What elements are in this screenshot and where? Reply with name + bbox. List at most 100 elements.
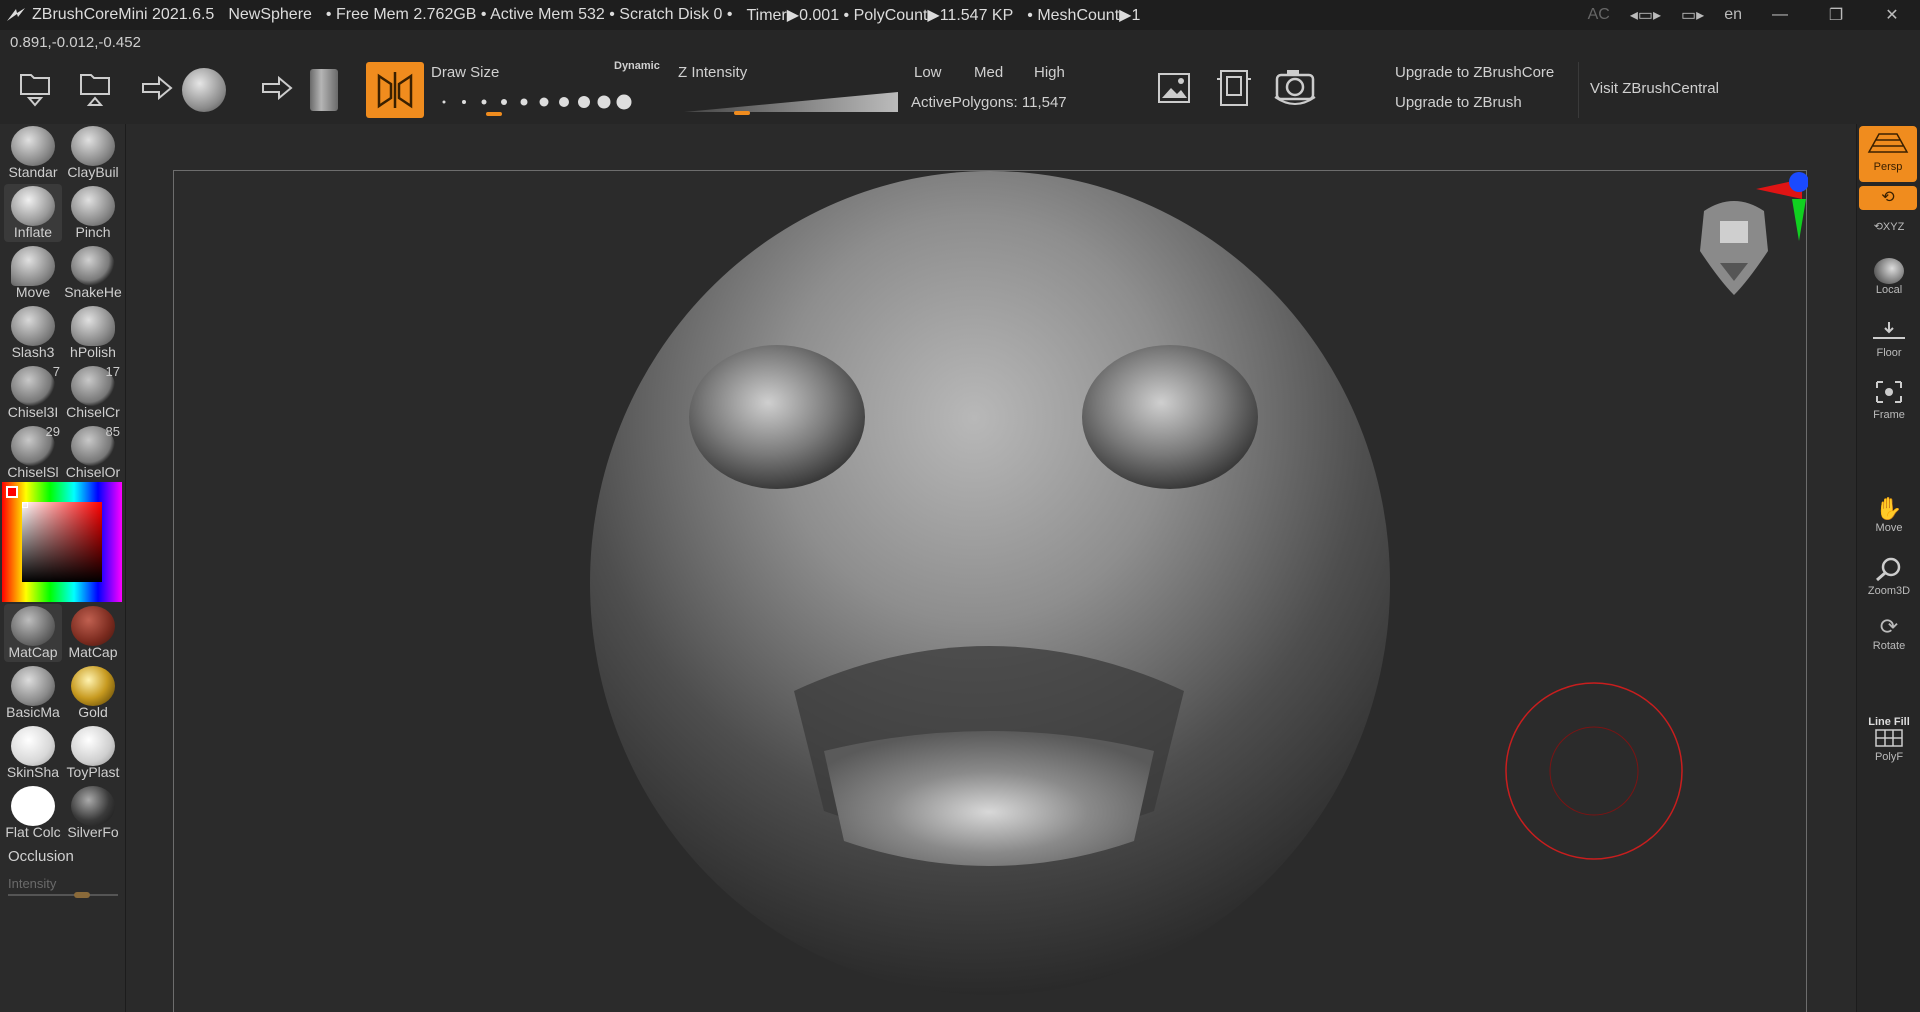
upgrade-zbrush-link[interactable]: Upgrade to ZBrush [1395, 94, 1522, 111]
image-button[interactable] [1154, 68, 1194, 108]
zoom3d-label: Zoom3D [1867, 585, 1911, 597]
brush-hpolish[interactable]: hPolish [64, 304, 122, 362]
brush-label: Chisel3I [7, 404, 59, 420]
visit-zbrushcentral-link[interactable]: Visit ZBrushCentral [1590, 80, 1719, 97]
brush-standard[interactable]: Standar [4, 124, 62, 182]
material-label: BasicMa [6, 704, 60, 720]
floor-icon [1873, 322, 1905, 339]
brush-move[interactable]: Move [4, 244, 62, 302]
z-intensity-label: Z Intensity [678, 64, 748, 81]
color-picker[interactable] [2, 482, 122, 602]
title-bar: ZBrushCoreMini 2021.6.5 NewSphere • Free… [0, 0, 1920, 30]
brush-cursor-inner [1549, 726, 1639, 816]
material-basic[interactable]: BasicMa [4, 664, 62, 722]
material-flatcolor[interactable]: Flat Colc [4, 784, 62, 842]
rotate-button[interactable]: ⟳ Rotate [1857, 614, 1920, 652]
arrow-right-icon [140, 74, 174, 102]
close-button[interactable]: ✕ [1874, 5, 1910, 25]
floor-button[interactable]: Floor [1857, 320, 1920, 359]
material-thumbnail [71, 666, 115, 706]
material-skinshade[interactable]: SkinSha [4, 724, 62, 782]
local-button[interactable]: Local [1857, 258, 1920, 296]
layout-palettes-icon[interactable]: ▭▸ [1681, 5, 1704, 25]
material-gold[interactable]: Gold [64, 664, 122, 722]
left-eye [689, 345, 865, 489]
tool-sphere-button[interactable] [182, 68, 226, 112]
magnifier-icon [1876, 557, 1901, 582]
material-label: Flat Colc [5, 824, 61, 840]
frame-icon [1876, 381, 1902, 403]
material-cylinder-button[interactable] [306, 66, 342, 114]
linefill-label: Line Fill [1868, 716, 1910, 728]
upgrade-zbrushcore-link[interactable]: Upgrade to ZBrushCore [1395, 64, 1554, 81]
med-button[interactable]: Med [974, 64, 1003, 81]
brush-count: 29 [45, 424, 60, 439]
hand-icon: ✋ [1875, 496, 1903, 521]
brush-label: Inflate [13, 224, 53, 240]
brush-thumbnail [71, 306, 115, 346]
polyframe-button[interactable]: Line Fill PolyF [1857, 716, 1920, 763]
brush-slash3[interactable]: Slash3 [4, 304, 62, 362]
color-cursor [22, 502, 28, 508]
frame-button[interactable]: Frame [1857, 378, 1920, 421]
brush-thumbnail [11, 306, 55, 346]
high-button[interactable]: High [1034, 64, 1065, 81]
material-thumbnail [11, 786, 55, 826]
layout-menus-icon[interactable]: ◂▭▸ [1630, 5, 1661, 25]
dynamic-toggle[interactable]: Dynamic [614, 60, 660, 72]
brush-claybuildup[interactable]: ClayBuil [64, 124, 122, 182]
brush-thumbnail [71, 186, 115, 226]
ac-toggle[interactable]: AC [1588, 6, 1610, 24]
material-thumbnail [71, 786, 115, 826]
brush-snakehook[interactable]: SnakeHe [64, 244, 122, 302]
persp-button[interactable]: Persp [1859, 126, 1917, 182]
brush-label: ChiselCr [66, 404, 120, 420]
material-matcap-gray[interactable]: MatCap [4, 604, 62, 662]
brush-cursor-outer [1505, 682, 1683, 860]
grid-perspective-icon [1867, 133, 1909, 153]
frame-label: Frame [1873, 409, 1905, 421]
sphere-mesh [590, 171, 1390, 995]
minimize-button[interactable]: — [1762, 6, 1798, 24]
snapshot-button[interactable] [1270, 64, 1320, 110]
open-project-button[interactable] [16, 66, 54, 110]
occlusion-toggle[interactable]: Occlusion [8, 848, 74, 865]
canvas-area[interactable] [173, 170, 1808, 1012]
main-color-swatch[interactable] [6, 486, 18, 498]
brush-chiselorganic[interactable]: 85 ChiselOr [64, 424, 122, 482]
document-button[interactable] [1214, 66, 1254, 110]
zoom3d-button[interactable]: Zoom3D [1857, 556, 1920, 597]
material-silverfoil[interactable]: SilverFo [64, 784, 122, 842]
symmetry-icon [377, 72, 413, 109]
polygrid-icon [1875, 729, 1903, 747]
material-toyplastic[interactable]: ToyPlast [64, 724, 122, 782]
brush-chiselcreature[interactable]: 17 ChiselCr [64, 364, 122, 422]
intensity-slider-thumb[interactable] [74, 892, 90, 898]
brush-inflate[interactable]: Inflate [4, 184, 62, 242]
floor-grid-button[interactable]: ⟲ [1859, 186, 1917, 210]
brush-chisel3d[interactable]: 7 Chisel3I [4, 364, 62, 422]
brush-label: Standar [8, 164, 58, 180]
polyf-label: PolyF [1874, 751, 1904, 763]
xyz-toggle[interactable]: ⟲XYZ [1857, 220, 1920, 233]
rotate-label: Rotate [1872, 640, 1906, 652]
draw-size-slider[interactable] [440, 92, 650, 118]
folder-open-icon [20, 74, 50, 107]
save-project-button[interactable] [76, 66, 114, 110]
brush-pinch[interactable]: Pinch [64, 184, 122, 242]
move-view-button[interactable]: ✋ Move [1857, 496, 1920, 534]
brush-label: ChiselOr [65, 464, 121, 480]
color-picker-square[interactable] [22, 502, 102, 582]
rotate-grid-icon: ⟲ [1881, 189, 1895, 206]
intensity-slider[interactable] [8, 892, 118, 898]
z-intensity-slider[interactable] [684, 90, 900, 118]
restore-button[interactable]: ❐ [1818, 5, 1854, 25]
symmetry-button[interactable] [366, 62, 424, 118]
sculpt-canvas[interactable] [174, 171, 1808, 1012]
material-matcap-red[interactable]: MatCap [64, 604, 122, 662]
low-button[interactable]: Low [914, 64, 942, 81]
material-thumbnail [11, 726, 55, 766]
brush-chiselsci[interactable]: 29 ChiselSl [4, 424, 62, 482]
language-selector[interactable]: en [1724, 6, 1742, 24]
navigation-head-icon [1700, 201, 1768, 295]
